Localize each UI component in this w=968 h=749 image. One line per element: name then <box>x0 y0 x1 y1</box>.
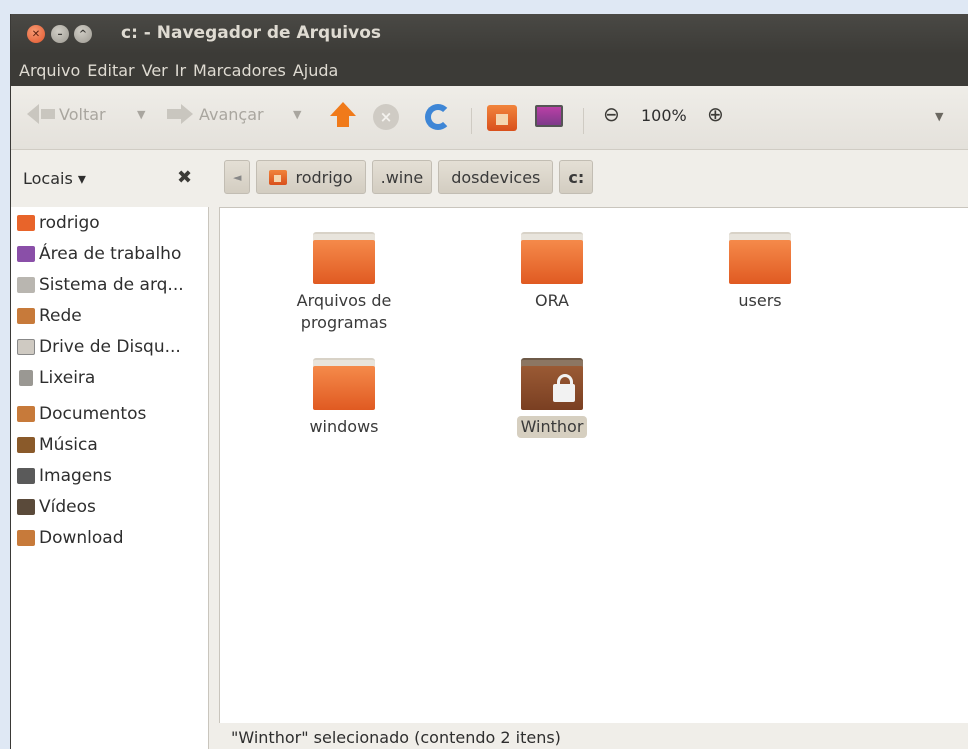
zoom-out-button[interactable]: ⊖ <box>603 102 620 126</box>
folder-label: ORA <box>534 291 569 310</box>
documents-icon <box>17 406 35 422</box>
folder-label: Arquivos de programas <box>296 291 392 332</box>
floppy-drive-icon <box>17 339 35 355</box>
places-dropdown[interactable]: Locais ▾ <box>23 169 86 188</box>
sidebar-resize-handle[interactable] <box>209 207 219 749</box>
forward-arrow-icon <box>181 104 193 124</box>
toolbar-separator <box>583 108 584 134</box>
home-folder-icon <box>487 105 517 131</box>
lock-icon <box>553 374 575 402</box>
breadcrumb-scroll-left[interactable]: ◄ <box>224 160 251 194</box>
download-icon <box>17 530 35 546</box>
back-button[interactable]: Voltar <box>27 104 106 124</box>
breadcrumb-dosdevices[interactable]: dosdevices <box>438 160 554 194</box>
minimize-window-button[interactable]: – <box>51 25 69 43</box>
sidebar-item-pictures[interactable]: Imagens <box>17 466 112 486</box>
folder-icon <box>313 232 375 284</box>
pictures-icon <box>17 468 35 484</box>
breadcrumb: ◄ rodrigo .wine dosdevices c: <box>224 160 599 196</box>
folder-icon <box>521 232 583 284</box>
folder-item[interactable]: ORA <box>472 232 632 312</box>
sidebar-item-documents[interactable]: Documentos <box>17 404 146 424</box>
breadcrumb-wine[interactable]: .wine <box>371 160 433 194</box>
home-folder-icon <box>17 215 35 231</box>
forward-button-label: Avançar <box>199 104 264 124</box>
toolbar-overflow-button[interactable]: ▼ <box>935 110 943 123</box>
sidebar-item-videos[interactable]: Vídeos <box>17 497 96 517</box>
folder-label: users <box>738 291 782 310</box>
sidebar-item-filesystem[interactable]: Sistema de arq... <box>17 275 184 295</box>
forward-button[interactable]: Avançar <box>167 104 264 124</box>
chevron-down-icon: ▼ <box>293 108 302 121</box>
stop-icon: × <box>373 104 399 130</box>
menu-editar[interactable]: Editar <box>87 61 134 80</box>
computer-button[interactable] <box>535 105 563 127</box>
sidebar-item-desktop[interactable]: Área de trabalho <box>17 244 181 264</box>
folder-label: Winthor <box>516 416 588 438</box>
chevron-left-icon: ◄ <box>233 170 242 184</box>
sidebar-item-trash[interactable]: Lixeira <box>17 368 95 388</box>
breadcrumb-c-drive[interactable]: c: <box>559 160 594 194</box>
window-title: c: - Navegador de Arquivos <box>121 23 382 43</box>
zoom-out-icon: ⊖ <box>603 102 620 126</box>
filesystem-icon <box>17 277 35 293</box>
home-folder-icon <box>269 169 288 185</box>
back-button-label: Voltar <box>59 104 106 124</box>
breadcrumb-rodrigo[interactable]: rodrigo <box>256 160 366 194</box>
menu-ajuda[interactable]: Ajuda <box>293 61 339 80</box>
folder-icon <box>313 358 375 410</box>
maximize-window-button[interactable]: ^ <box>74 25 92 43</box>
home-button[interactable] <box>487 105 517 131</box>
locked-folder-icon <box>521 358 583 410</box>
sidebar-item-floppy[interactable]: Drive de Disqu... <box>17 337 181 357</box>
reload-icon <box>425 104 451 130</box>
forward-history-dropdown[interactable]: ▼ <box>293 108 301 121</box>
sidebar: rodrigo Área de trabalho Sistema de arq.… <box>11 207 209 749</box>
chevron-down-icon: ▼ <box>137 108 146 121</box>
folder-label: windows <box>309 417 379 436</box>
menu-ir[interactable]: Ir <box>175 61 186 80</box>
folder-item[interactable]: users <box>680 232 840 312</box>
chevron-down-icon: ▼ <box>935 110 944 123</box>
menu-arquivo[interactable]: Arquivo <box>19 61 80 80</box>
status-bar: "Winthor" selecionado (contendo 2 itens) <box>219 723 968 749</box>
sidebar-header: Locais ▾ ✖ <box>11 151 211 207</box>
menu-marcadores[interactable]: Marcadores <box>193 61 286 80</box>
file-manager-window: ✕ – ^ c: - Navegador de Arquivos Arquivo… <box>10 14 968 749</box>
music-icon <box>17 437 35 453</box>
sidebar-item-rodrigo[interactable]: rodrigo <box>17 213 100 233</box>
zoom-level[interactable]: 100% <box>641 106 687 125</box>
menu-bar: Arquivo Editar Ver Ir Marcadores Ajuda <box>11 54 968 86</box>
folder-item[interactable]: windows <box>264 358 424 438</box>
menu-ver[interactable]: Ver <box>142 61 168 80</box>
close-window-button[interactable]: ✕ <box>27 25 45 43</box>
trash-icon <box>19 370 33 386</box>
computer-icon <box>535 105 563 127</box>
folder-item[interactable]: Arquivos de programas <box>264 232 424 334</box>
back-arrow-icon <box>27 104 39 124</box>
up-button[interactable] <box>329 100 357 130</box>
file-view: Arquivos de programas ORA users windows W… <box>219 207 968 723</box>
zoom-in-icon: ⊕ <box>707 102 724 126</box>
toolbar-separator <box>471 108 472 134</box>
desktop-icon <box>17 246 35 262</box>
network-icon <box>17 308 35 324</box>
toolbar: Voltar ▼ Avançar ▼ × ⊖ 100% ⊕ ▼ <box>11 86 968 150</box>
sidebar-item-music[interactable]: Música <box>17 435 98 455</box>
videos-icon <box>17 499 35 515</box>
title-bar: ✕ – ^ c: - Navegador de Arquivos <box>11 14 968 54</box>
folder-item-selected[interactable]: Winthor <box>472 358 632 438</box>
close-sidebar-icon[interactable]: ✖ <box>177 167 192 188</box>
folder-icon <box>729 232 791 284</box>
up-arrow-icon <box>329 100 357 130</box>
zoom-in-button[interactable]: ⊕ <box>707 102 724 126</box>
back-history-dropdown[interactable]: ▼ <box>137 108 145 121</box>
stop-button[interactable]: × <box>373 104 399 130</box>
sidebar-item-download[interactable]: Download <box>17 528 124 548</box>
reload-button[interactable] <box>425 104 451 130</box>
sidebar-item-network[interactable]: Rede <box>17 306 82 326</box>
